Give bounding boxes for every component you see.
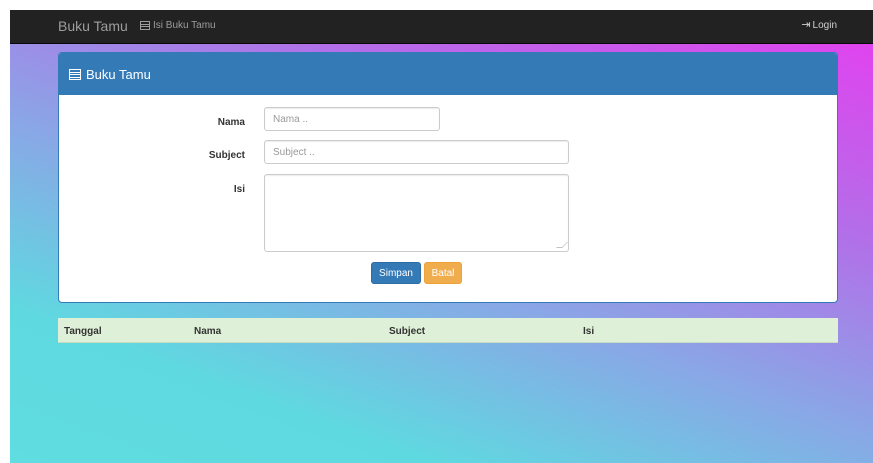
login-label: Login (812, 20, 837, 31)
nama-input[interactable] (264, 107, 440, 131)
subject-label: Subject (208, 150, 245, 161)
navbar: Buku Tamu Isi Buku Tamu ⇥ Login (10, 10, 873, 44)
panel-title: Buku Tamu (86, 66, 151, 82)
nama-label: Nama (217, 117, 245, 128)
column-header-nama: Nama (194, 326, 222, 337)
guestbook-table-header: Tanggal Nama Subject Isi (58, 318, 838, 343)
cancel-button[interactable]: Batal (424, 262, 462, 284)
login-icon: ⇥ (801, 19, 811, 31)
column-header-subject: Subject (389, 326, 426, 337)
navbar-brand[interactable]: Buku Tamu (58, 18, 128, 34)
isi-label: Isi (233, 184, 245, 195)
page-background: Buku Tamu Isi Buku Tamu ⇥ Login Buku Tam… (10, 10, 873, 463)
table-icon (140, 21, 150, 30)
login-link[interactable]: ⇥ Login (801, 19, 837, 32)
nav-link-isi-buku-tamu[interactable]: Isi Buku Tamu (140, 20, 216, 31)
column-header-isi: Isi (583, 326, 595, 337)
save-button[interactable]: Simpan (371, 262, 421, 284)
nav-link-label: Isi Buku Tamu (153, 20, 216, 31)
table-icon (69, 68, 81, 80)
isi-textarea[interactable] (264, 174, 569, 252)
guestbook-panel: Buku Tamu Nama Subject Isi Simpan Batal (58, 52, 838, 303)
column-header-tanggal: Tanggal (64, 326, 102, 337)
subject-input[interactable] (264, 140, 569, 164)
panel-heading: Buku Tamu (59, 53, 837, 95)
